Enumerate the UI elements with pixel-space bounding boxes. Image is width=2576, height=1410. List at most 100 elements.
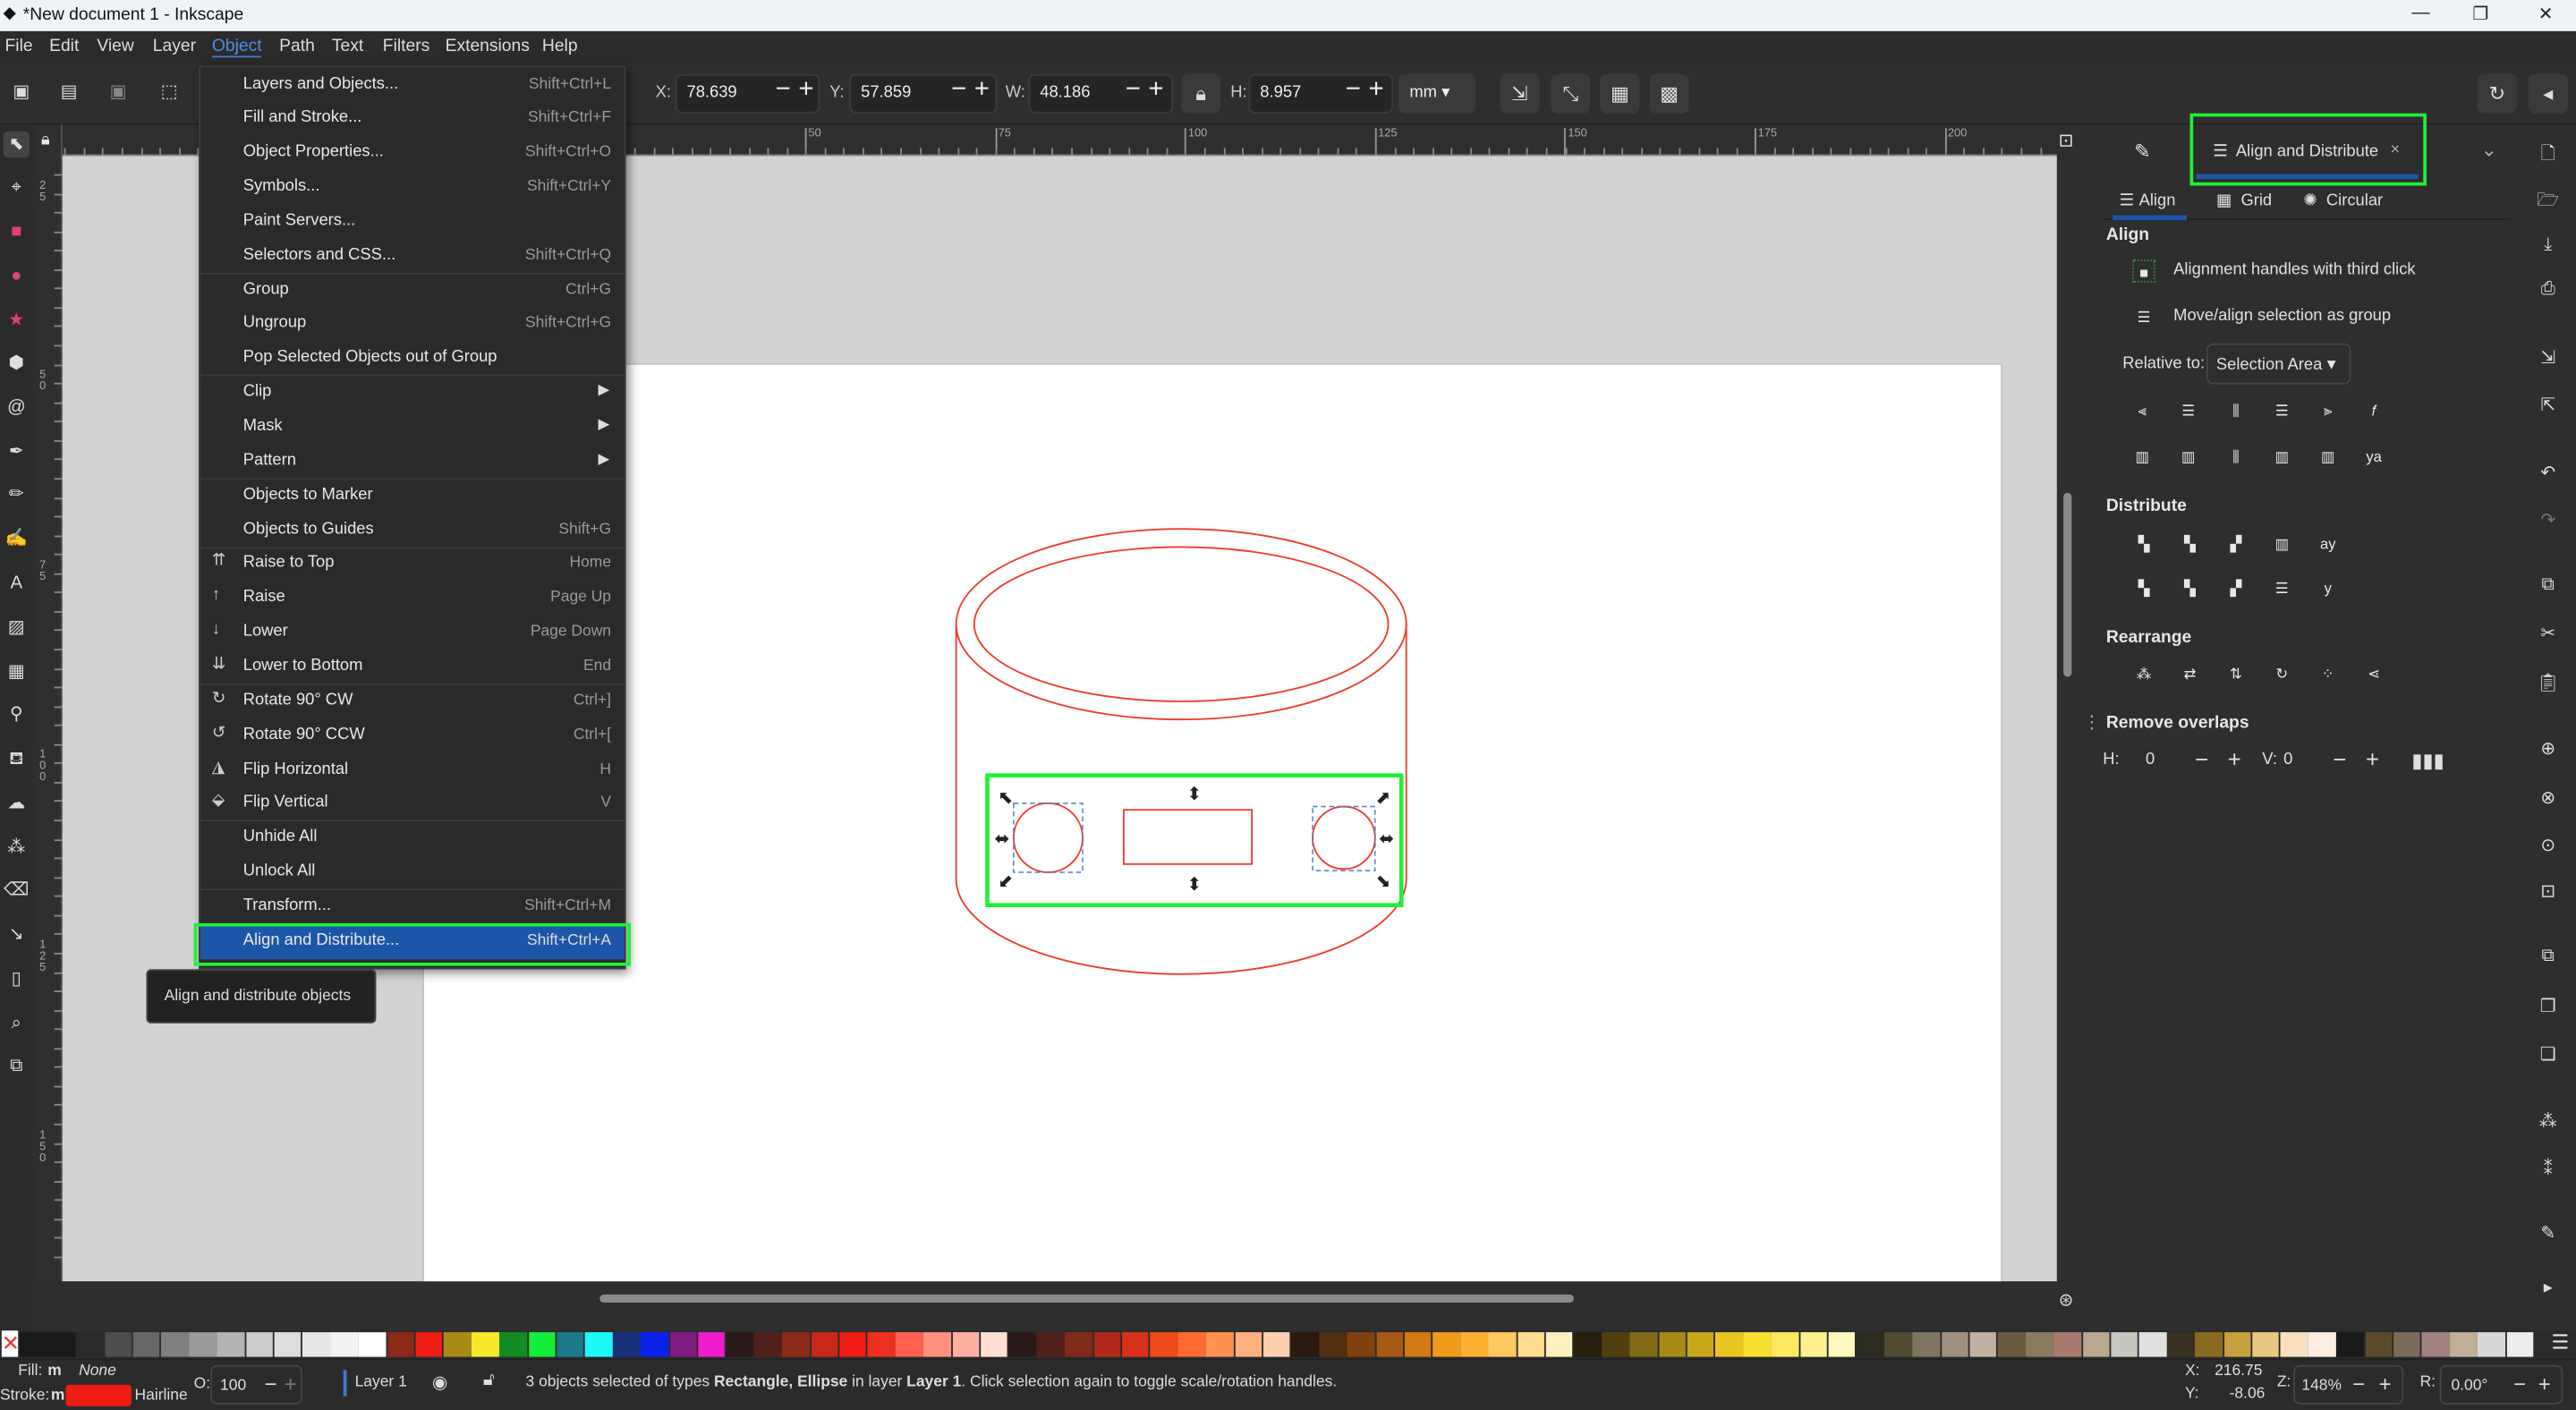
color-swatch[interactable] bbox=[1036, 1332, 1065, 1357]
color-swatch[interactable] bbox=[838, 1332, 867, 1357]
align-right-to-left-icon[interactable]: ⫷ bbox=[2130, 399, 2154, 422]
align-top-to-bottom-icon[interactable]: ▥ bbox=[2317, 446, 2340, 469]
color-swatch[interactable] bbox=[952, 1332, 980, 1357]
color-swatch[interactable] bbox=[2138, 1332, 2167, 1357]
color-swatch[interactable] bbox=[2251, 1332, 2280, 1357]
align-bottom-icon[interactable]: ▥ bbox=[2270, 446, 2293, 469]
menu-item-fill-and-stroke[interactable]: Fill and Stroke... Shift+Ctrl+F bbox=[200, 102, 625, 137]
color-swatch[interactable] bbox=[584, 1332, 613, 1357]
menu-item-paint-servers[interactable]: Paint Servers... bbox=[200, 205, 625, 240]
color-swatch[interactable] bbox=[980, 1332, 1008, 1357]
dropper-tool-icon[interactable]: ⚲ bbox=[4, 701, 30, 727]
color-swatch[interactable] bbox=[358, 1332, 387, 1357]
subtab-circular[interactable]: Circular bbox=[2326, 192, 2383, 210]
stroke-swatch[interactable] bbox=[65, 1384, 132, 1406]
zoom-tool-icon[interactable]: ⌕ bbox=[4, 1010, 30, 1036]
distribute-centers-v-icon[interactable]: ▚ bbox=[2179, 576, 2202, 599]
scale-corners-icon[interactable]: ⤡ bbox=[1551, 73, 1591, 114]
scale-handle-se[interactable]: ⬊ bbox=[1376, 870, 1391, 891]
opacity-decrement[interactable]: − bbox=[265, 1372, 277, 1397]
alignment-handles-toggle[interactable]: ■ bbox=[2132, 259, 2155, 283]
color-swatch[interactable] bbox=[302, 1332, 330, 1357]
h-gap-value[interactable]: 0 bbox=[2146, 751, 2155, 769]
menu-item-ungroup[interactable]: Ungroup Shift+Ctrl+G bbox=[200, 308, 625, 343]
distribute-baselines-h-icon[interactable]: ay bbox=[2317, 532, 2340, 556]
v-gap-value[interactable]: 0 bbox=[2283, 751, 2292, 769]
menu-item-unhide-all[interactable]: Unhide All bbox=[200, 821, 625, 856]
3d-box-tool-icon[interactable]: ⬢ bbox=[4, 350, 30, 376]
color-swatch[interactable] bbox=[1714, 1332, 1743, 1357]
menu-item-rotate-90-ccw[interactable]: ↺ Rotate 90° CCW Ctrl+[ bbox=[200, 719, 625, 754]
scale-handle-sw[interactable]: ⬋ bbox=[998, 870, 1013, 891]
color-swatch[interactable] bbox=[1602, 1332, 1630, 1357]
color-swatch[interactable] bbox=[330, 1332, 358, 1357]
distribute-right-icon[interactable]: ▞ bbox=[2224, 532, 2248, 556]
text-tool-icon[interactable]: A bbox=[4, 570, 30, 596]
color-swatch[interactable] bbox=[472, 1332, 499, 1357]
menu-item-pattern[interactable]: Pattern ▶ bbox=[200, 445, 625, 480]
panel-resize-handle[interactable]: ⋮ bbox=[2083, 713, 2100, 733]
y-decrement[interactable]: − bbox=[951, 75, 966, 105]
unlink-clone-icon[interactable]: ❏ bbox=[2535, 1043, 2561, 1069]
y-increment[interactable]: + bbox=[974, 75, 990, 105]
color-swatch[interactable] bbox=[1348, 1332, 1375, 1357]
color-swatch[interactable] bbox=[1997, 1332, 2026, 1357]
color-swatch[interactable] bbox=[557, 1332, 584, 1357]
color-swatch[interactable] bbox=[1433, 1332, 1460, 1357]
color-swatch[interactable] bbox=[1206, 1332, 1234, 1357]
selector-tool-icon[interactable]: ⬉ bbox=[3, 131, 30, 158]
menu-layer[interactable]: Layer bbox=[153, 36, 196, 55]
cylinder-body[interactable] bbox=[955, 624, 1407, 975]
color-swatch[interactable] bbox=[2365, 1332, 2393, 1357]
h-gap-increment[interactable]: + bbox=[2228, 746, 2241, 772]
color-swatch[interactable] bbox=[923, 1332, 952, 1357]
relative-to-select[interactable]: Selection Area ▾ bbox=[2206, 343, 2351, 385]
distribute-gaps-h-icon[interactable]: ▥ bbox=[2270, 532, 2293, 556]
menu-item-raise[interactable]: ↑ Raise Page Up bbox=[200, 582, 625, 616]
color-swatch[interactable] bbox=[1404, 1332, 1432, 1357]
distribute-bottom-icon[interactable]: ▞ bbox=[2224, 576, 2248, 599]
color-swatch[interactable] bbox=[1884, 1332, 1912, 1357]
pencil-tool-icon[interactable]: ✏ bbox=[4, 481, 30, 507]
close-button[interactable]: ✕ bbox=[2538, 4, 2554, 25]
color-swatch[interactable] bbox=[1799, 1332, 1828, 1357]
chevron-down-icon[interactable]: ⌄ bbox=[2481, 138, 2497, 161]
randomize-icon[interactable]: ⁂ bbox=[2132, 662, 2155, 685]
color-swatch[interactable] bbox=[726, 1332, 754, 1357]
menu-item-group[interactable]: Group Ctrl+G bbox=[200, 274, 625, 309]
menu-path[interactable]: Path bbox=[279, 36, 315, 55]
opacity-increment[interactable]: + bbox=[285, 1372, 297, 1397]
menu-item-object-properties[interactable]: Object Properties... Shift+Ctrl+O bbox=[200, 137, 625, 172]
menu-item-unlock-all[interactable]: Unlock All bbox=[200, 856, 625, 891]
subtab-align[interactable]: Align bbox=[2139, 192, 2176, 210]
import-icon[interactable]: ⇲ bbox=[2535, 346, 2561, 372]
measure-tool-icon[interactable]: ⧉ bbox=[4, 1053, 30, 1079]
color-swatch[interactable] bbox=[1856, 1332, 1884, 1357]
snap-popover-icon[interactable]: ◂ bbox=[2528, 73, 2568, 114]
remove-overlaps-button[interactable]: ▮▮▮ bbox=[2411, 749, 2444, 772]
color-swatch[interactable] bbox=[1573, 1332, 1602, 1357]
canvas-settings-icon[interactable]: ⊡ bbox=[2059, 130, 2074, 151]
color-swatch[interactable] bbox=[443, 1332, 472, 1357]
color-swatch[interactable] bbox=[1065, 1332, 1092, 1357]
select-all-icon[interactable]: ▣ bbox=[8, 79, 34, 105]
transform-gradients-icon[interactable]: ▦ bbox=[1600, 73, 1640, 114]
maximize-button[interactable]: ❐ bbox=[2472, 4, 2488, 25]
ellipse-tool-icon[interactable]: ● bbox=[4, 263, 30, 289]
color-swatch[interactable] bbox=[528, 1332, 556, 1357]
zoom-page-width-icon[interactable]: ⊡ bbox=[2535, 880, 2561, 906]
transform-patterns-icon[interactable]: ▩ bbox=[1649, 73, 1689, 114]
align-baseline-icon[interactable]: ya bbox=[2362, 446, 2385, 469]
color-swatch[interactable] bbox=[47, 1332, 76, 1357]
color-swatch[interactable] bbox=[641, 1332, 669, 1357]
color-swatch[interactable] bbox=[2223, 1332, 2251, 1357]
distribute-centers-h-icon[interactable]: ▚ bbox=[2179, 532, 2202, 556]
scale-handle-e[interactable]: ⬌ bbox=[1379, 828, 1394, 849]
color-swatch[interactable] bbox=[2336, 1332, 2365, 1357]
color-swatch[interactable] bbox=[669, 1332, 697, 1357]
graph-layout-icon[interactable]: ⋖ bbox=[2362, 662, 2385, 685]
stroke-width[interactable]: Hairline bbox=[135, 1387, 188, 1405]
color-swatch[interactable] bbox=[274, 1332, 302, 1357]
color-swatch[interactable] bbox=[76, 1332, 104, 1357]
menu-item-flip-vertical[interactable]: ⬙ Flip Vertical V bbox=[200, 787, 625, 822]
